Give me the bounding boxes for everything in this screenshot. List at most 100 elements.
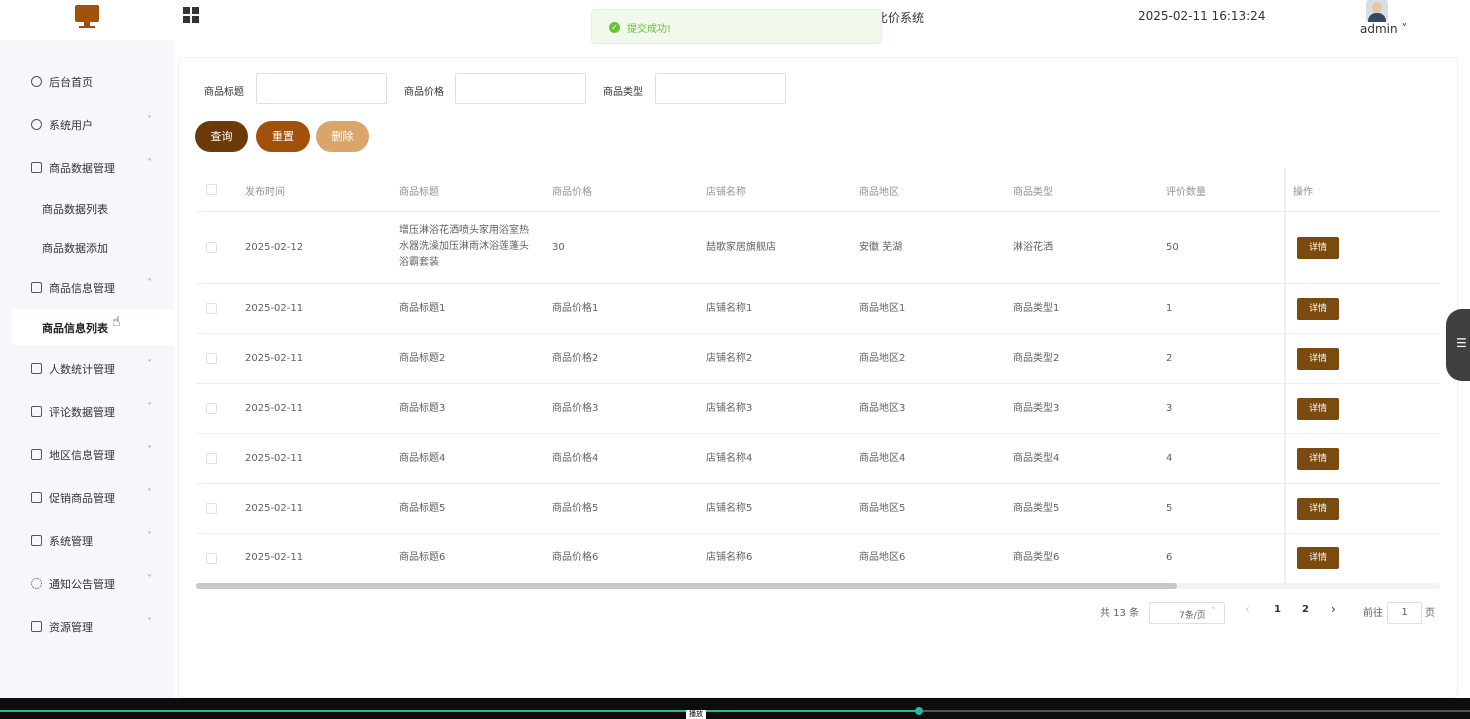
cell-title: 商品标题2 [399, 353, 446, 364]
chevron-down-icon: ˅ [1211, 607, 1216, 617]
prev-page-button[interactable]: ‹ [1245, 602, 1250, 616]
goto-prefix: 前往 [1363, 608, 1383, 619]
sidebar-item-product-data[interactable]: 商品数据管理 ˄ [0, 148, 174, 188]
cell-reviews: 2 [1166, 353, 1173, 364]
row-checkbox[interactable] [206, 242, 217, 253]
query-button[interactable]: 查询 [195, 121, 248, 152]
cell-shop: 店铺名称4 [706, 453, 753, 464]
detail-button[interactable]: 详情 [1297, 237, 1339, 259]
type-filter-input[interactable] [655, 73, 786, 104]
sidebar-item-label: 商品信息管理 [49, 282, 115, 295]
row-checkbox[interactable] [206, 553, 217, 564]
row-checkbox[interactable] [206, 303, 217, 314]
row-checkbox[interactable] [206, 503, 217, 514]
chevron-up-icon: ˄ [147, 158, 152, 169]
sidebar-item-label: 人数统计管理 [49, 363, 115, 376]
chevron-down-icon: ˅ [147, 488, 152, 499]
loading-icon [31, 578, 42, 589]
check-circle-icon: ✓ [609, 22, 620, 33]
column-header: 商品地区 [859, 187, 899, 198]
sidebar-item-system-users[interactable]: 系统用户 ˅ [0, 105, 174, 145]
table-row: 2025-02-11 商品标题5 商品价格5 店铺名称5 商品地区5 商品类型5… [196, 484, 1440, 534]
row-checkbox[interactable] [206, 453, 217, 464]
cell-title: 增压淋浴花洒喷头家用浴室热水器洗澡加压淋雨沐浴莲蓬头浴霸套装 [399, 225, 529, 268]
cell-shop: 店铺名称3 [706, 403, 753, 414]
detail-button[interactable]: 详情 [1297, 398, 1339, 420]
horizontal-scrollbar[interactable] [196, 583, 1440, 589]
sidebar-item-notices[interactable]: 通知公告管理 ˅ [0, 564, 174, 604]
progress-played [0, 710, 919, 712]
cell-price: 商品价格5 [552, 503, 599, 514]
row-checkbox[interactable] [206, 403, 217, 414]
sidebar-item-label: 地区信息管理 [49, 449, 115, 462]
sidebar-item-resources[interactable]: 资源管理 ˅ [0, 607, 174, 647]
folder-icon [31, 535, 42, 546]
detail-button[interactable]: 详情 [1297, 348, 1339, 370]
select-all-checkbox[interactable] [206, 184, 217, 195]
cell-shop: 店铺名称2 [706, 353, 753, 364]
delete-button[interactable]: 删除 [316, 121, 369, 152]
sidebar-item-comments[interactable]: 评论数据管理 ˅ [0, 392, 174, 432]
sidebar-item-promotions[interactable]: 促销商品管理 ˅ [0, 478, 174, 518]
progress-knob[interactable] [915, 707, 923, 715]
cell-price: 商品价格2 [552, 353, 599, 364]
page-2-button[interactable]: 2 [1302, 604, 1309, 615]
sidebar-item-label: 系统用户 [49, 119, 93, 132]
grid-menu-icon[interactable] [183, 7, 199, 23]
cell-reviews: 3 [1166, 403, 1173, 414]
sidebar-subitem-product-info-list[interactable]: 商品信息列表 [12, 309, 174, 345]
chevron-down-icon: ˅ [147, 115, 152, 126]
page-1-button[interactable]: 1 [1274, 604, 1281, 615]
cell-date: 2025-02-11 [245, 453, 304, 464]
fixed-column-divider [1284, 168, 1286, 583]
doc-icon [31, 449, 42, 460]
sidebar-item-product-info[interactable]: 商品信息管理 ˄ [0, 268, 174, 308]
side-drawer-tab[interactable]: ☰ [1446, 309, 1470, 381]
cell-price: 30 [552, 242, 565, 253]
row-checkbox[interactable] [206, 353, 217, 364]
sidebar-item-regions[interactable]: 地区信息管理 ˅ [0, 435, 174, 475]
detail-button[interactable]: 详情 [1297, 298, 1339, 320]
column-header: 发布时间 [245, 187, 285, 198]
cell-region: 商品地区1 [859, 303, 906, 314]
goto-suffix: 页 [1425, 608, 1435, 619]
chevron-down-icon: ˅ [147, 445, 152, 456]
cell-date: 2025-02-11 [245, 503, 304, 514]
hand-cursor-icon: ☝ [112, 314, 121, 330]
sidebar-item-home[interactable]: 后台首页 [0, 62, 174, 102]
sidebar-subitem-label: 商品数据添加 [42, 242, 108, 255]
cell-date: 2025-02-11 [245, 303, 304, 314]
sidebar-subitem-product-data-list[interactable]: 商品数据列表 [12, 190, 174, 226]
sidebar-item-visitor-stats[interactable]: 人数统计管理 ˅ [0, 349, 174, 389]
page-size-select[interactable]: 7条/页 ˅ [1149, 602, 1225, 624]
sidebar-subitem-product-data-add[interactable]: 商品数据添加 [12, 229, 174, 265]
avatar[interactable] [1366, 0, 1388, 22]
detail-button[interactable]: 详情 [1297, 498, 1339, 520]
detail-button[interactable]: 详情 [1297, 448, 1339, 470]
goto-page-input[interactable]: 1 [1387, 602, 1422, 624]
table-row: 2025-02-11 商品标题3 商品价格3 店铺名称3 商品地区3 商品类型3… [196, 384, 1440, 434]
doc-icon [31, 406, 42, 417]
cell-type: 商品类型3 [1013, 403, 1060, 414]
price-filter-input[interactable] [455, 73, 586, 104]
cell-type: 商品类型2 [1013, 353, 1060, 364]
sidebar-item-label: 系统管理 [49, 535, 93, 548]
column-header: 评价数量 [1166, 187, 1206, 198]
play-label[interactable]: 播放 [686, 710, 706, 719]
sidebar-item-system-management[interactable]: 系统管理 ˅ [0, 521, 174, 561]
cell-price: 商品价格6 [552, 552, 599, 563]
cell-region: 商品地区2 [859, 353, 906, 364]
title-filter-input[interactable] [256, 73, 387, 104]
doc-icon [31, 492, 42, 503]
toast-message: 提交成功! [627, 24, 672, 35]
chevron-down-icon: ˅ [147, 402, 152, 413]
table-row: 2025-02-12 增压淋浴花洒喷头家用浴室热水器洗澡加压淋雨沐浴莲蓬头浴霸套… [196, 212, 1440, 284]
scrollbar-thumb[interactable] [196, 583, 1177, 589]
detail-button[interactable]: 详情 [1297, 547, 1339, 569]
user-menu[interactable]: admin ˅ [1360, 22, 1407, 36]
next-page-button[interactable]: › [1331, 602, 1336, 616]
cell-title: 商品标题6 [399, 552, 446, 563]
cell-shop: 店铺名称1 [706, 303, 753, 314]
reset-button[interactable]: 重置 [256, 121, 310, 152]
cell-type: 商品类型4 [1013, 453, 1060, 464]
